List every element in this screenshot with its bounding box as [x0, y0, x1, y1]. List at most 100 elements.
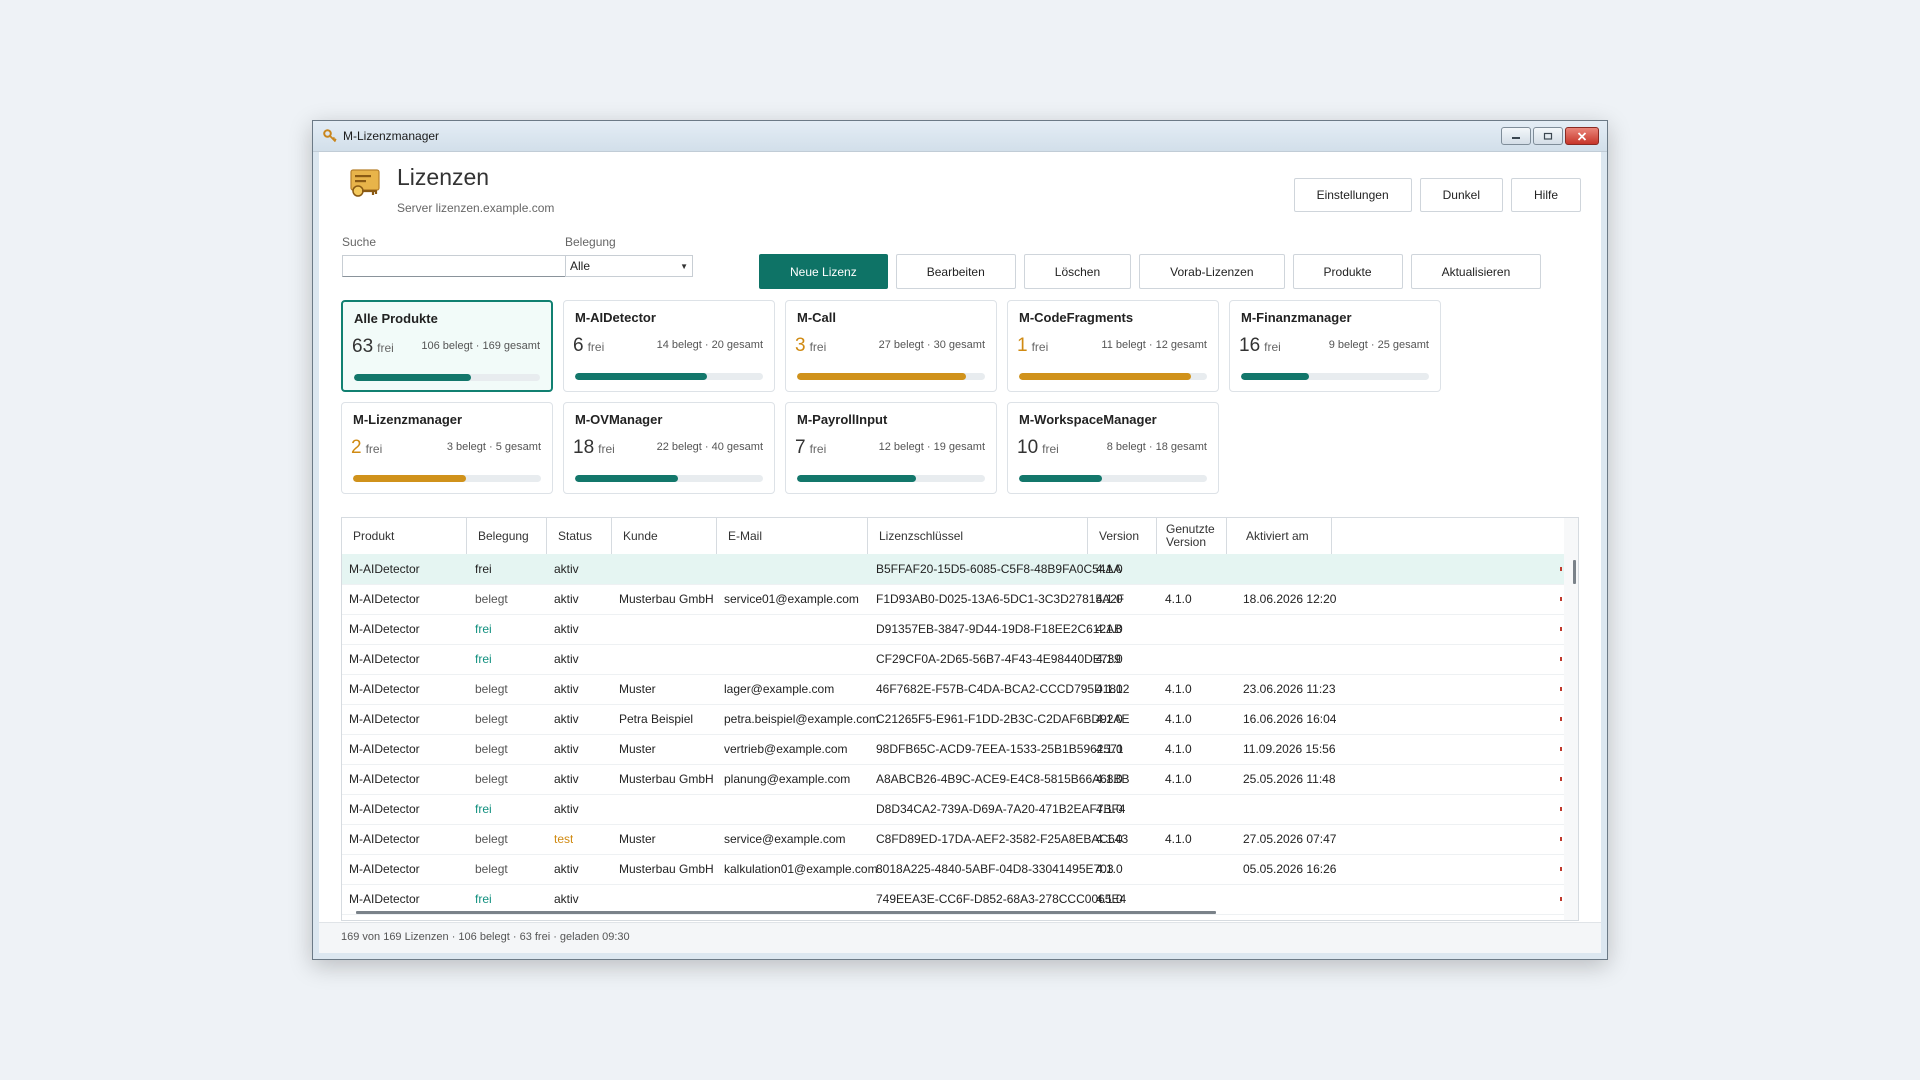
table-cell: 4.1.0 — [1096, 562, 1123, 576]
minimize-button[interactable] — [1501, 127, 1531, 145]
column-header[interactable]: Status — [547, 518, 612, 554]
table-row[interactable]: M-AIDetector belegt aktiv Musterbau GmbH pla… — [342, 764, 1564, 795]
status-text: 169 von 169 Lizenzen · 106 belegt · 63 f… — [341, 931, 630, 943]
tile-stats: 106 belegt · 169 gesamt — [421, 340, 540, 352]
tile-free-value: 2 — [351, 437, 362, 458]
table-row[interactable]: M-AIDetector frei aktiv B5FFAF20-15D5-6085-… — [342, 554, 1564, 585]
product-tile[interactable]: M-Finanzmanager 16 frei 9 belegt · 25 gesam… — [1229, 300, 1441, 392]
maximize-button[interactable] — [1533, 127, 1563, 145]
tile-usage-fill — [1019, 475, 1103, 482]
dark-mode-button[interactable]: Dunkel — [1419, 178, 1503, 212]
table-cell: Petra Beispiel — [619, 712, 694, 726]
tile-usage-bar — [1241, 373, 1429, 380]
tile-free-unit: frei — [365, 442, 383, 456]
column-header[interactable]: E-Mail — [717, 518, 868, 554]
table-cell: M-AIDetector — [349, 562, 420, 576]
table-cell: 4.1.0 — [1096, 862, 1123, 876]
table-cell: 4.1.0 — [1096, 592, 1123, 606]
table-cell: M-AIDetector — [349, 772, 420, 786]
table-cell: belegt — [475, 862, 508, 876]
table-cell: belegt — [475, 832, 508, 846]
product-tile[interactable]: M-Call 3 frei 27 belegt · 30 gesamt — [785, 300, 997, 392]
app-logo-icon — [350, 169, 380, 197]
table-row[interactable]: M-AIDetector belegt aktiv Muster lager@examp… — [342, 674, 1564, 705]
column-header[interactable]: Produkt — [342, 518, 467, 554]
table-row[interactable]: M-AIDetector belegt test Muster service@exam… — [342, 824, 1564, 855]
table-cell: M-AIDetector — [349, 622, 420, 636]
client-area: Lizenzen Server lizenzen.example.com Ein… — [319, 152, 1601, 953]
table-cell: frei — [475, 892, 492, 906]
table-cell: belegt — [475, 712, 508, 726]
tile-stats: 12 belegt · 19 gesamt — [878, 441, 985, 453]
pre-licenses-button[interactable]: Vorab-Lizenzen — [1139, 254, 1285, 289]
table-row[interactable]: M-AIDetector belegt aktiv Musterbau GmbH ser… — [342, 584, 1564, 615]
column-header[interactable]: Version — [1088, 518, 1157, 554]
close-button[interactable] — [1565, 127, 1599, 145]
table-cell: 4.1.0 — [1096, 622, 1123, 636]
table-cell: F1D93AB0-D025-13A6-5DC1-3C3D27815A2F — [876, 592, 1125, 606]
tile-product-name: Alle Produkte — [354, 311, 438, 326]
table-cell: Musterbau GmbH — [619, 772, 714, 786]
delete-button[interactable]: Löschen — [1023, 254, 1132, 289]
search-input[interactable] — [342, 255, 600, 277]
table-cell: frei — [475, 562, 492, 576]
tile-stats: 8 belegt · 18 gesamt — [1106, 441, 1207, 453]
column-header[interactable]: Kunde — [612, 518, 717, 554]
table-row[interactable]: M-AIDetector frei aktiv D8D34CA2-739A-D69A-… — [342, 794, 1564, 825]
table-cell: 11.09.2026 15:56 — [1243, 742, 1336, 756]
edit-button[interactable]: Bearbeiten — [895, 254, 1016, 289]
table-cell: 4.1.0 — [1165, 712, 1192, 726]
product-tile[interactable]: M-CodeFragments 1 frei 11 belegt · 12 gesam… — [1007, 300, 1219, 392]
table-cell: 4.1.0 — [1096, 742, 1123, 756]
product-tile[interactable]: M-WorkspaceManager 10 frei 8 belegt · 18 ge… — [1007, 402, 1219, 494]
row-marker — [1560, 627, 1562, 631]
product-tile[interactable]: M-PayrollInput 7 frei 12 belegt · 19 gesamt — [785, 402, 997, 494]
horizontal-scrollbar[interactable] — [356, 911, 1216, 914]
tile-usage-bar — [353, 475, 541, 482]
new-license-button[interactable]: Neue Lizenz — [759, 254, 888, 289]
server-label: Server lizenzen.example.com — [397, 201, 555, 215]
table-cell: aktiv — [554, 772, 579, 786]
table-cell: aktiv — [554, 562, 579, 576]
table-cell: 98DFB65C-ACD9-7EEA-1533-25B1B5962571 — [876, 742, 1124, 756]
table-row[interactable]: M-AIDetector belegt aktiv Musterbau GmbH kal… — [342, 854, 1564, 885]
product-tile[interactable]: Alle Produkte 63 frei 106 belegt · 169 gesa… — [341, 300, 553, 392]
refresh-button[interactable]: Aktualisieren — [1410, 254, 1542, 289]
column-header[interactable]: Lizenzschlüssel — [868, 518, 1088, 554]
title-bar[interactable]: M-Lizenzmanager — [313, 121, 1607, 152]
row-marker — [1560, 747, 1562, 751]
product-tile[interactable]: M-AIDetector 6 frei 14 belegt · 20 gesamt — [563, 300, 775, 392]
vertical-scrollbar[interactable] — [1573, 560, 1576, 584]
tile-free-value: 10 — [1017, 437, 1039, 458]
table-row[interactable]: M-AIDetector frei aktiv D91357EB-3847-9D44-… — [342, 614, 1564, 645]
table-row[interactable]: M-AIDetector belegt aktiv Muster vertrieb@ex… — [342, 734, 1564, 765]
tile-usage-bar — [1019, 373, 1207, 380]
table-cell: test — [554, 832, 574, 846]
table-cell: aktiv — [554, 622, 579, 636]
settings-button[interactable]: Einstellungen — [1293, 178, 1412, 212]
tile-stats: 9 belegt · 25 gesamt — [1328, 339, 1429, 351]
column-header[interactable]: Belegung — [467, 518, 547, 554]
table-cell: 27.05.2026 07:47 — [1243, 832, 1337, 846]
belegung-label: Belegung — [565, 235, 616, 249]
belegung-select[interactable]: Alle ▼ — [565, 255, 693, 277]
tile-usage-fill — [354, 374, 471, 381]
column-header[interactable]: Aktiviert am — [1235, 518, 1332, 554]
toolbar: Neue Lizenz Bearbeiten Löschen Vorab-Liz… — [759, 254, 1542, 289]
tile-usage-bar — [575, 373, 763, 380]
belegung-value: Alle — [570, 259, 591, 273]
tile-product-name: M-OVManager — [575, 412, 663, 427]
product-tile[interactable]: M-OVManager 18 frei 22 belegt · 40 gesamt — [563, 402, 775, 494]
table-cell: M-AIDetector — [349, 802, 420, 816]
table-cell: M-AIDetector — [349, 712, 420, 726]
products-button[interactable]: Produkte — [1292, 254, 1403, 289]
product-tile[interactable]: M-Lizenzmanager 2 frei 3 belegt · 5 gesamt — [341, 402, 553, 494]
table-row[interactable]: M-AIDetector frei aktiv CF29CF0A-2D65-56B7-… — [342, 644, 1564, 675]
table-cell: M-AIDetector — [349, 892, 420, 906]
table-cell: A8ABCB26-4B9C-ACE9-E4C8-5815B66A68BB — [876, 772, 1130, 786]
help-button[interactable]: Hilfe — [1510, 178, 1581, 212]
table-cell: C21265F5-E961-F1DD-2B3C-C2DAF6BD92AE — [876, 712, 1130, 726]
column-header[interactable]: Genutzte Version — [1157, 518, 1227, 554]
table-cell: aktiv — [554, 862, 579, 876]
table-row[interactable]: M-AIDetector belegt aktiv Petra Beispiel pet… — [342, 704, 1564, 735]
